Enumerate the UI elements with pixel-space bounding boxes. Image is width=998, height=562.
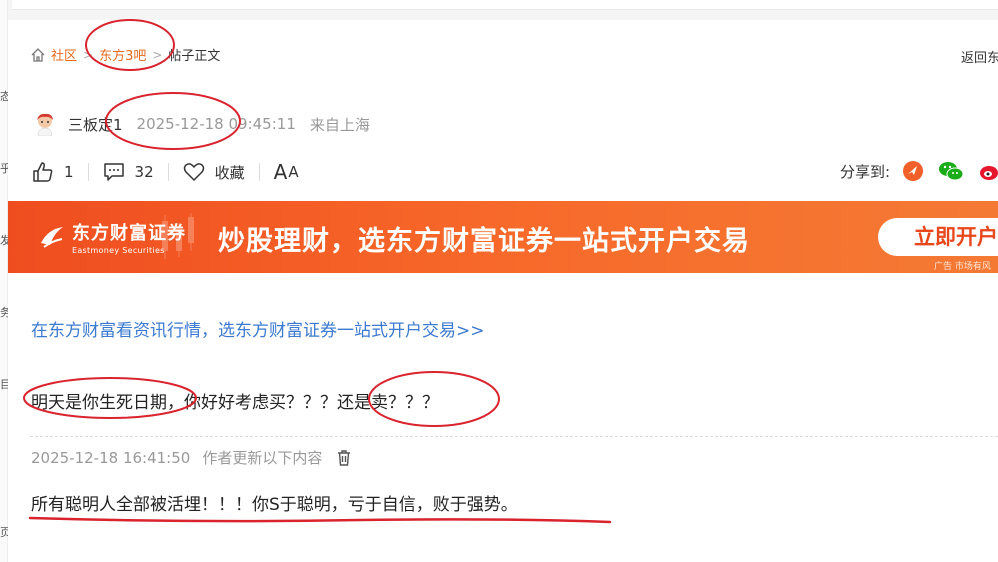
favorite-button[interactable]: 收藏: [183, 162, 245, 183]
ad-banner[interactable]: 东方财富证券 Eastmoney Securities 炒股理财，选东方财富证券…: [8, 201, 998, 273]
divider: [87, 163, 89, 181]
like-button[interactable]: 1: [32, 161, 74, 183]
author-update-row: 2025-12-18 16:41:50 作者更新以下内容: [31, 447, 352, 468]
update-label: 作者更新以下内容: [202, 449, 323, 467]
update-body: 所有聪明人全部被活埋！！！你S于聪明，亏于自信，败于强势。: [31, 495, 518, 515]
banner-logo: 东方财富证券 Eastmoney Securities: [38, 219, 186, 255]
heart-icon: [183, 163, 204, 181]
post-card: 社区 > 东方3吧 > 帖子正文 返回东 三板定1 2025-12-18 09:…: [8, 20, 998, 562]
ad-tag: 广告 市场有风: [934, 262, 991, 272]
left-edge: 态 乎 发 务 目 页: [0, 0, 11, 562]
breadcrumb-separator: >: [152, 47, 163, 62]
author-row: 三板定1 2025-12-18 09:45:11 来自上海: [34, 112, 370, 136]
top-strip: [12, 0, 998, 10]
page: 态 乎 发 务 目 页 社区 > 东方3吧 > 帖子正文 返回东 三板定1 20…: [0, 0, 998, 562]
font-large-glyph: A: [273, 160, 288, 184]
update-time: 2025-12-18 16:41:50: [31, 448, 191, 467]
breadcrumb-separator: >: [83, 47, 94, 62]
divider: [167, 163, 169, 181]
comment-count: 32: [134, 163, 154, 181]
breadcrumb-forum-link[interactable]: 东方3吧: [99, 45, 146, 64]
thumbs-up-icon: [33, 162, 53, 182]
post-body: 明天是你生死日期，你好好考虑买？？？还是卖？？？: [31, 393, 439, 413]
font-size-toggle[interactable]: AA: [274, 160, 299, 184]
update-divider: [30, 436, 998, 437]
share-toutiao-icon[interactable]: [902, 160, 924, 182]
post-location: 来自上海: [309, 115, 370, 134]
banner-slogan: 炒股理财，选东方财富证券一站式开户交易: [218, 226, 750, 257]
open-account-button[interactable]: 立即开户: [878, 218, 998, 256]
breadcrumb: 社区 > 东方3吧 > 帖子正文: [30, 45, 220, 64]
banner-logo-en: Eastmoney Securities: [72, 246, 165, 255]
action-bar: 1 32 收藏 AA: [32, 160, 299, 184]
author-name[interactable]: 三板定1: [68, 114, 123, 135]
home-icon[interactable]: [30, 47, 46, 63]
font-small-glyph: A: [288, 163, 299, 181]
breadcrumb-community-link[interactable]: 社区: [51, 45, 77, 64]
share-bar: 分享到:: [840, 160, 998, 182]
avatar[interactable]: [34, 112, 56, 136]
comment-icon: [103, 163, 124, 181]
eastmoney-logo-icon: [41, 227, 63, 248]
breadcrumb-current: 帖子正文: [168, 49, 221, 64]
like-count: 1: [64, 163, 74, 181]
divider: [258, 163, 260, 181]
back-link[interactable]: 返回东: [961, 47, 998, 66]
comment-button[interactable]: 32: [103, 162, 154, 182]
favorite-label: 收藏: [214, 163, 245, 182]
share-weibo-icon[interactable]: [978, 160, 998, 182]
trash-icon[interactable]: [336, 449, 352, 467]
share-label: 分享到:: [839, 162, 890, 181]
promo-link[interactable]: 在东方财富看资讯行情，选东方财富证券一站式开户交易>>: [31, 316, 485, 341]
banner-logo-name: 东方财富证券: [72, 223, 186, 244]
post-time: 2025-12-18 09:45:11: [136, 115, 296, 133]
share-wechat-icon[interactable]: [938, 160, 964, 182]
